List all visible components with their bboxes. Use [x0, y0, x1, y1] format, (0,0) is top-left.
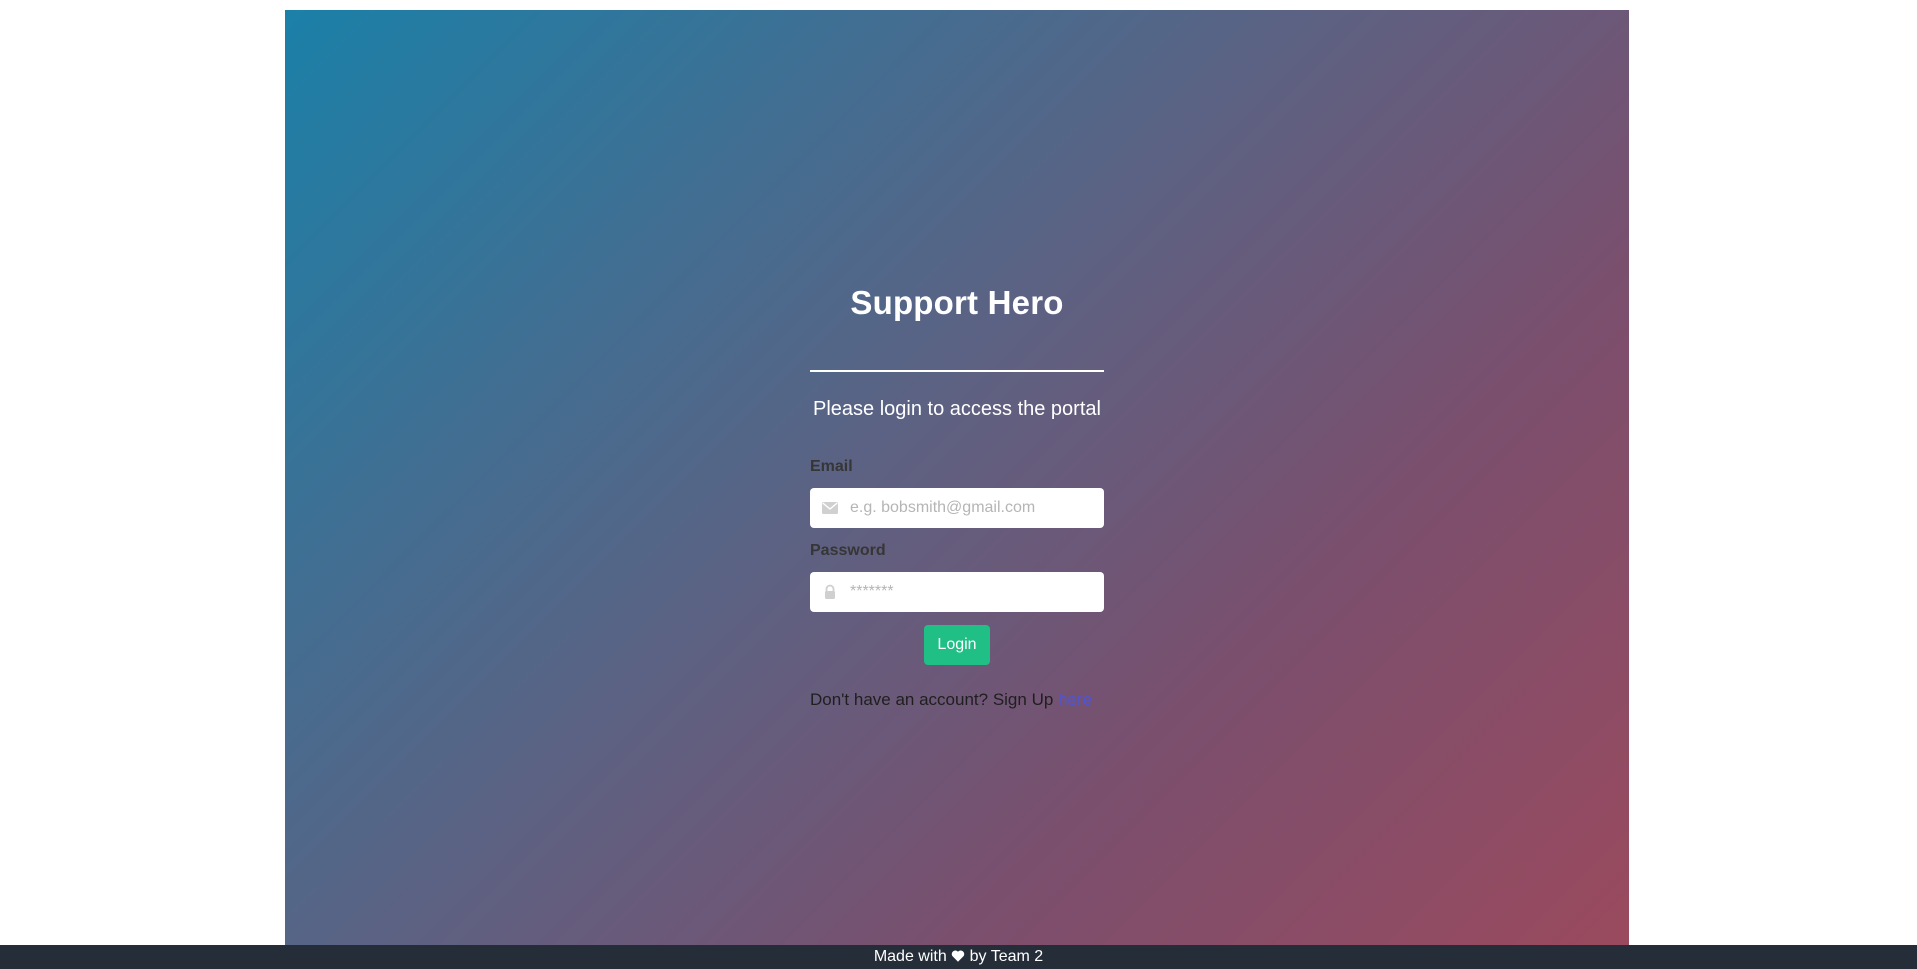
heart-icon — [951, 950, 965, 962]
app-title: Support Hero — [850, 284, 1064, 321]
signup-prompt: Don't have an account? Sign Up here — [810, 690, 1110, 710]
email-input[interactable] — [850, 488, 1096, 528]
envelope-icon — [822, 502, 838, 514]
login-button[interactable]: Login — [924, 625, 990, 665]
hero-background: Support Hero Please login to access the … — [285, 10, 1629, 945]
footer-suffix: by Team 2 — [965, 948, 1044, 965]
footer-prefix: Made with — [873, 948, 952, 965]
signup-text: Don't have an account? Sign Up — [810, 690, 1059, 709]
password-field-wrapper[interactable] — [810, 572, 1104, 612]
page: Support Hero Please login to access the … — [0, 0, 1917, 969]
email-label: Email — [810, 458, 853, 475]
footer: Made with by Team 2 — [0, 945, 1917, 969]
lock-icon — [825, 584, 835, 599]
password-input[interactable] — [850, 572, 1096, 612]
email-field-wrapper[interactable] — [810, 488, 1104, 528]
title-divider — [810, 370, 1104, 372]
login-subtitle: Please login to access the portal — [813, 398, 1101, 420]
signup-link[interactable]: here — [1058, 690, 1092, 709]
password-label: Password — [810, 542, 886, 559]
